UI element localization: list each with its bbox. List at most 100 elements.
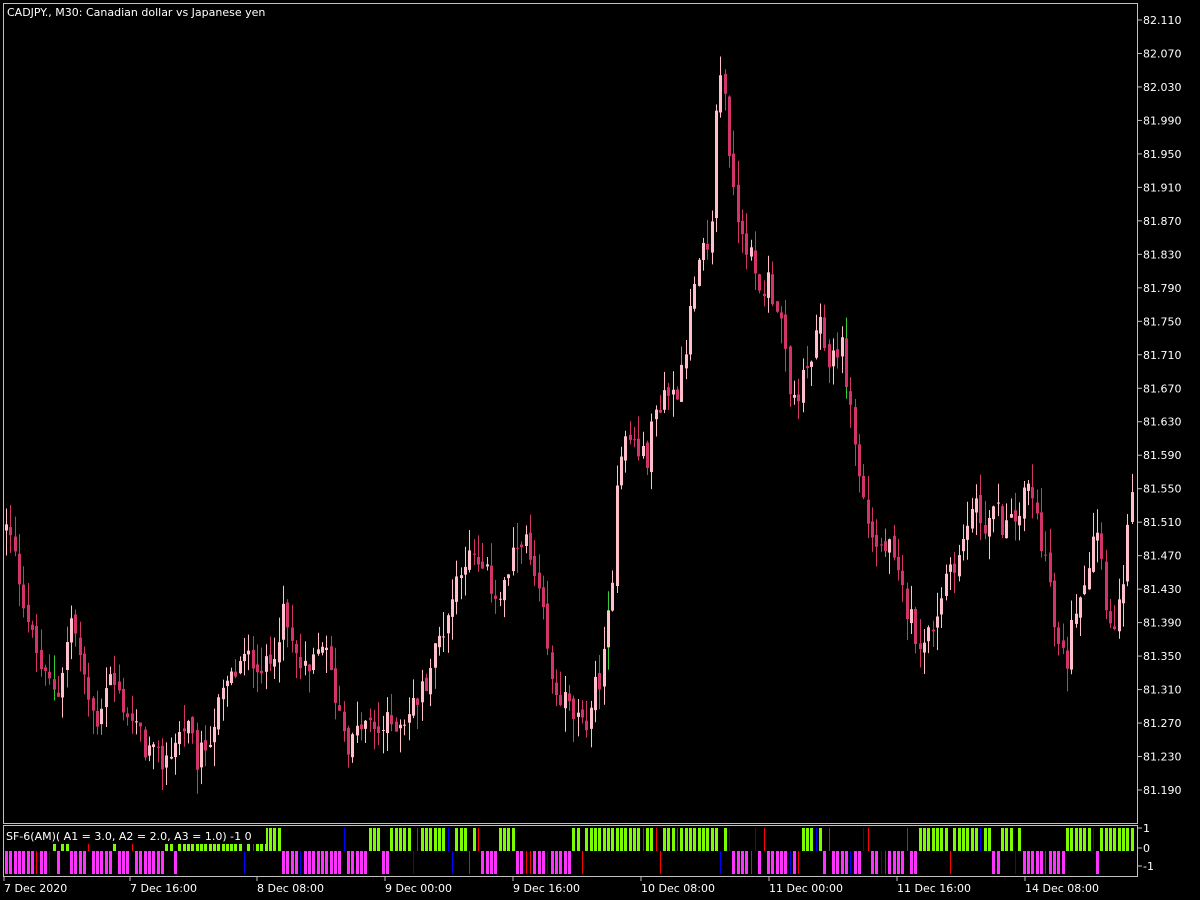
candle-bull [1092, 536, 1095, 572]
candle-bear [48, 671, 51, 679]
candle-bull [278, 642, 281, 663]
candle-bear [871, 521, 874, 538]
candle-bear [572, 698, 575, 719]
candle-bull [412, 697, 415, 716]
indicator-bar-up [680, 828, 683, 851]
indicator-bar-up [460, 828, 463, 851]
candle-bear [1100, 533, 1103, 559]
indicator-bar-down [1027, 851, 1030, 874]
time-tick-label: 10 Dec 08:00 [641, 882, 715, 895]
candle-bull [715, 110, 718, 219]
candle-bear [369, 717, 372, 721]
indicator-bar-neutral [452, 851, 453, 874]
candle-bull [655, 409, 658, 420]
time-tick-label: 7 Dec 16:00 [130, 882, 197, 895]
indicator-axis: 1 0 -1 [1137, 822, 1154, 873]
candle-bear [932, 629, 935, 632]
candle-bull [178, 731, 181, 745]
indicator-bar-down [845, 851, 848, 874]
candle-bear [823, 317, 826, 349]
candle-bull [447, 615, 450, 634]
indicator-bar-up [598, 828, 601, 851]
indicator-bar-neutral [720, 851, 721, 874]
candle-bear [183, 728, 186, 732]
indicator-bar-down [564, 851, 567, 874]
indicator-bar-down [161, 851, 164, 874]
candle-bull [304, 660, 307, 666]
price-tick-label: 82.030 [1143, 81, 1182, 94]
indicator-bar-up [590, 828, 593, 851]
indicator-bar-neutral [751, 851, 752, 874]
indicator-bar-neutral [36, 851, 37, 874]
indicator-level-label: 0 [1143, 842, 1150, 855]
indicator-bar-down [542, 851, 545, 874]
candle-bear [347, 727, 350, 755]
candle-bull [438, 635, 441, 648]
indicator-bar-down [308, 851, 311, 874]
indicator-bar-down [356, 851, 359, 874]
candle-bull [923, 642, 926, 653]
candle-bear [299, 656, 302, 669]
price-tick-label: 81.990 [1143, 114, 1182, 127]
indicator-bar-down [109, 851, 112, 874]
indicator-bar-down [317, 851, 320, 874]
candle-bear [481, 561, 484, 569]
candle-bull [1010, 514, 1013, 518]
candle-bear [377, 726, 380, 733]
indicator-bar-down [888, 851, 891, 874]
candle-bear [836, 349, 839, 358]
candle-bear [542, 587, 545, 608]
indicator-bar-down [555, 851, 558, 874]
indicator-bar-up [620, 828, 623, 851]
indicator-label: SF-6(AM)( A1 = 3.0, A2 = 2.0, A3 = 1.0) … [6, 830, 252, 843]
candle-bull [603, 648, 606, 687]
indicator-bar-up [594, 828, 597, 851]
indicator-bar-down [79, 851, 82, 874]
candle-bull [230, 671, 233, 684]
candle-bear [334, 668, 337, 703]
indicator-bar-up [425, 828, 428, 851]
candle-bear [559, 694, 562, 705]
indicator-bar-down [126, 851, 129, 874]
candle-bull [1027, 483, 1030, 491]
indicator-bar-down [767, 851, 770, 874]
indicator-bar-up [988, 828, 991, 851]
candle-bear [295, 644, 298, 654]
indicator-bar-up [923, 828, 926, 851]
indicator-bar-down [338, 851, 341, 874]
indicator-bar-down [139, 851, 142, 874]
indicator-bar-up [984, 828, 987, 851]
indicator-bar-up [637, 828, 640, 851]
candle-bull [170, 756, 173, 759]
indicator-bar-up [399, 828, 402, 851]
candle-bull [468, 550, 471, 570]
candle-bear [191, 716, 194, 734]
candle-bull [5, 524, 8, 531]
price-tick-label: 81.310 [1143, 684, 1182, 697]
indicator-bar-down [144, 851, 147, 874]
indicator-bar-up [585, 828, 588, 851]
indicator-bar-up [473, 828, 476, 851]
candle-bull [927, 627, 930, 642]
indicator-bar-down [490, 851, 493, 874]
indicator-bar-up [503, 828, 506, 851]
indicator-bar-up [377, 828, 380, 851]
indicator-bar-neutral [478, 828, 479, 851]
price-tick-label: 81.630 [1143, 416, 1182, 429]
candle-bear [914, 608, 917, 645]
candle-bear [131, 713, 134, 721]
indicator-bar-down [737, 851, 740, 874]
indicator-bar-neutral [643, 828, 644, 851]
candle-bull [312, 654, 315, 671]
indicator-bar-up [672, 828, 675, 851]
indicator-bar-up [802, 828, 805, 851]
candle-bear [157, 746, 160, 748]
indicator-bar-down [914, 851, 917, 874]
chart-frame [3, 3, 1138, 877]
candle-bear [893, 535, 896, 558]
candle-bull [966, 525, 969, 540]
indicator-bar-up [1126, 828, 1129, 851]
time-tick-label: 9 Dec 16:00 [513, 882, 580, 895]
indicator-bar-up [390, 828, 393, 851]
candle-bear [754, 250, 757, 274]
